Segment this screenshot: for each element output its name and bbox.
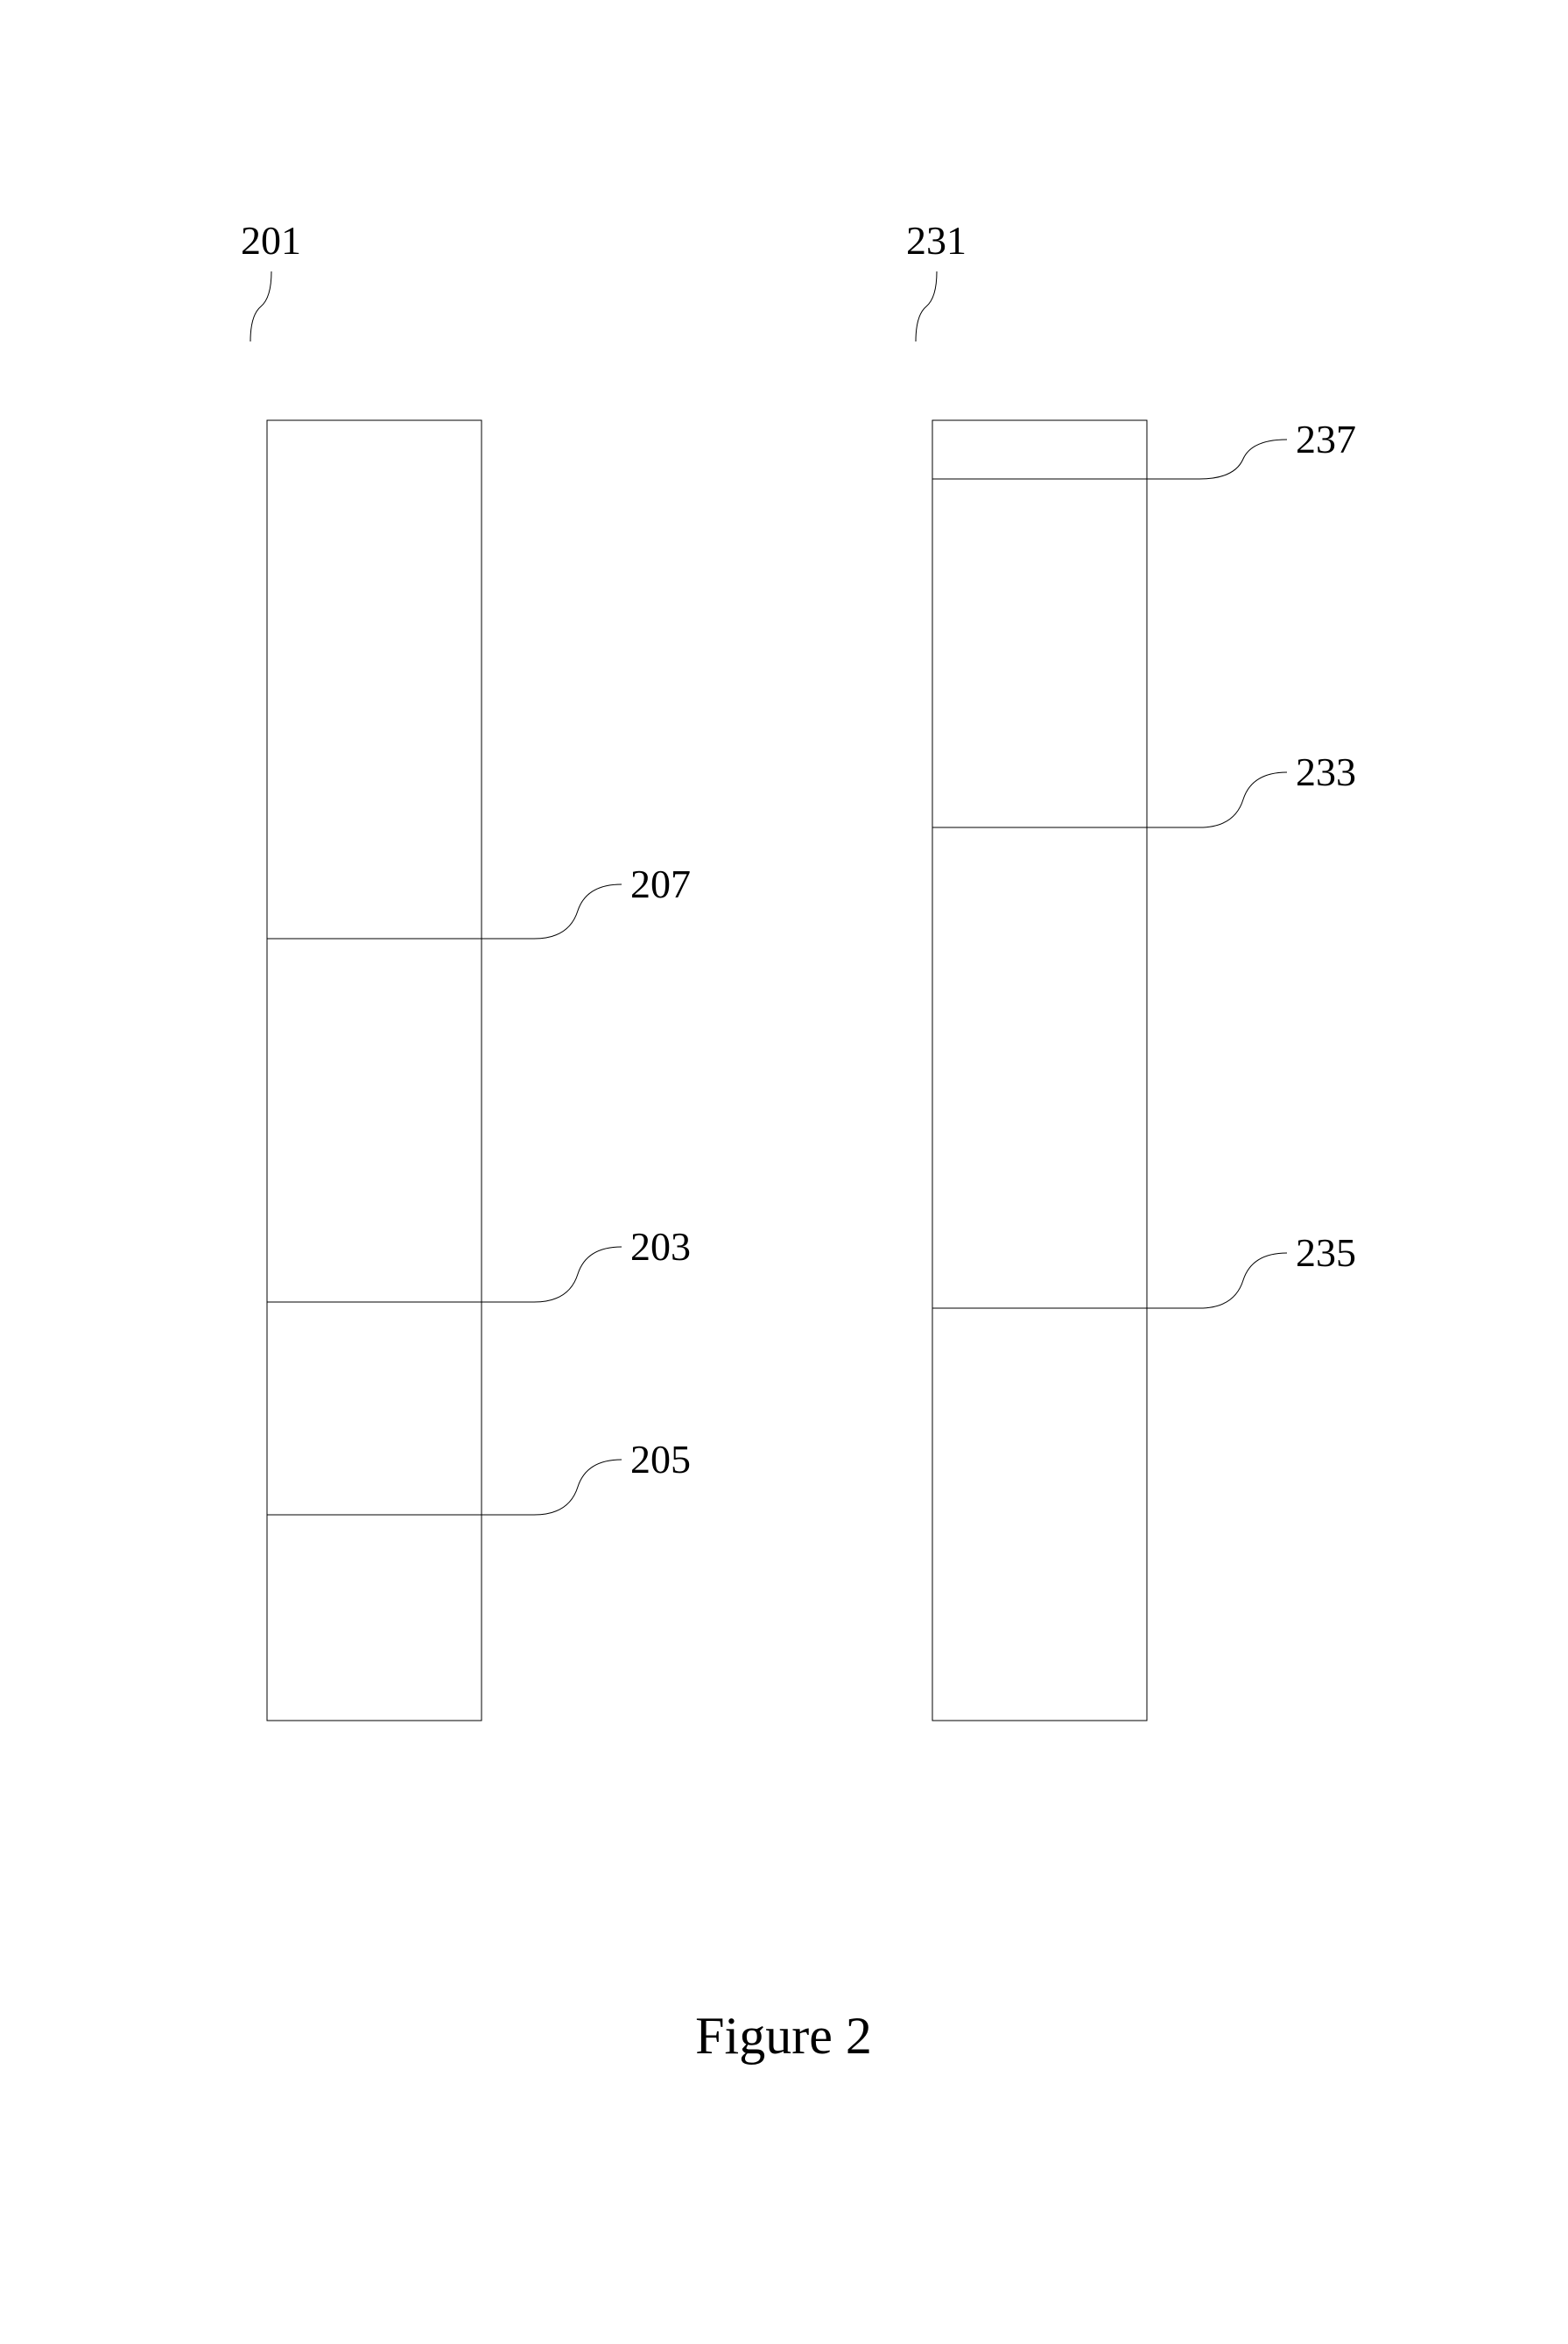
label-207: 207 <box>630 862 691 906</box>
tick-201 <box>250 271 271 341</box>
leader-233 <box>1147 772 1287 827</box>
label-237: 237 <box>1296 417 1356 461</box>
column-201-outline <box>267 420 482 1721</box>
leader-205 <box>482 1460 622 1515</box>
leader-235 <box>1147 1253 1287 1308</box>
figure-caption: Figure 2 <box>695 2007 872 2065</box>
leader-207 <box>482 884 622 939</box>
label-231: 231 <box>906 218 967 263</box>
label-205: 205 <box>630 1437 691 1482</box>
label-233: 233 <box>1296 750 1356 794</box>
leader-203 <box>482 1247 622 1302</box>
label-235: 235 <box>1296 1230 1356 1275</box>
tick-231 <box>916 271 937 341</box>
leader-237 <box>1147 440 1287 479</box>
label-203: 203 <box>630 1224 691 1269</box>
figure-2: 201 207 203 205 231 237 233 235 Figure 2 <box>0 0 1568 2344</box>
column-201: 201 207 203 205 <box>241 218 691 1721</box>
column-231: 231 237 233 235 <box>906 218 1356 1721</box>
label-201: 201 <box>241 218 301 263</box>
column-231-outline <box>932 420 1147 1721</box>
